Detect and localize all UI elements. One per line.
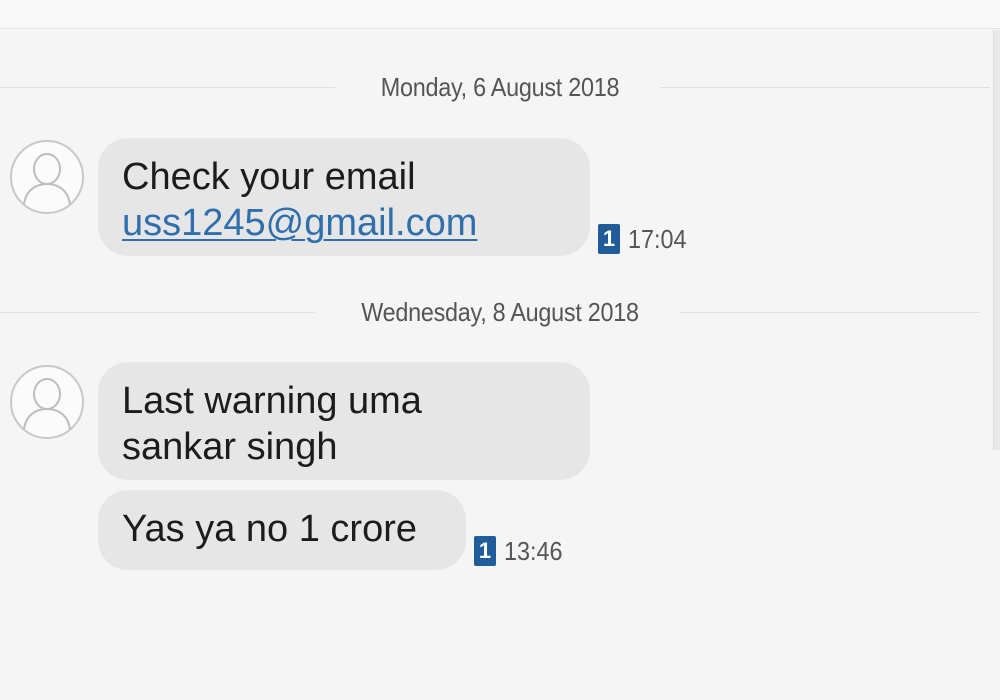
message-bubble[interactable]: Last warning uma sankar singh	[98, 362, 590, 480]
date-divider: Wednesday, 8 August 2018	[0, 297, 1000, 327]
message-bubble[interactable]: Check your email uss1245@gmail.com	[98, 138, 590, 256]
sim-1-icon: 1	[598, 224, 620, 254]
date-label: Monday, 6 August 2018	[380, 72, 620, 102]
date-label: Wednesday, 8 August 2018	[361, 297, 639, 327]
message-text: Last warning uma	[122, 380, 422, 422]
sim-1-icon: 1	[474, 536, 496, 566]
contact-avatar-icon[interactable]	[10, 140, 84, 214]
message-meta: 1 17:04	[598, 222, 693, 256]
message-text: sankar singh	[122, 426, 338, 468]
message-text: Yas ya no 1 crore	[122, 508, 418, 550]
contact-avatar-icon[interactable]	[10, 365, 84, 439]
email-link[interactable]: uss1245@gmail.com	[122, 200, 566, 246]
message-meta: 1 13:46	[474, 534, 569, 568]
message-time: 13:46	[504, 535, 563, 566]
message-time: 17:04	[628, 223, 687, 254]
message-thread-screen: Monday, 6 August 2018 Check your email u…	[0, 0, 1000, 700]
message-bubble[interactable]: Yas ya no 1 crore	[98, 490, 466, 570]
top-bar	[0, 0, 1000, 29]
message-text: Check your email	[122, 156, 416, 198]
date-divider: Monday, 6 August 2018	[0, 72, 1000, 102]
